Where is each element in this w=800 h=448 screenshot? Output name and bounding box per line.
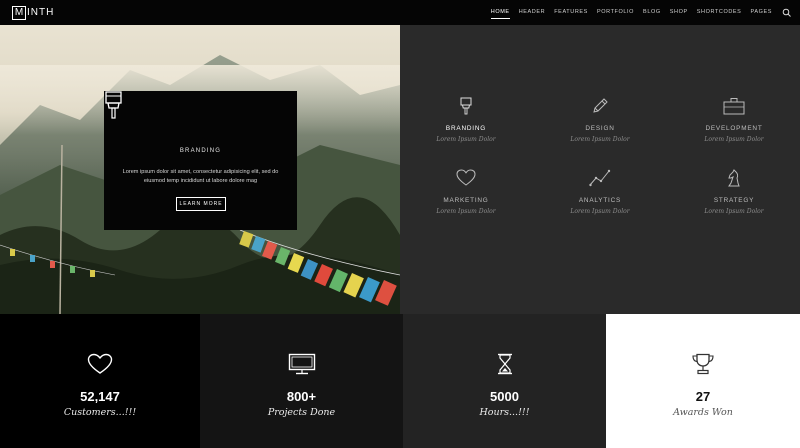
feature-title: STRATEGY (713, 197, 755, 204)
feature-marketing[interactable]: MARKETING Lorem Ipsum Dolor (406, 169, 526, 215)
site-logo[interactable]: M INTH (12, 5, 55, 20)
feature-subtitle: Lorem Ipsum Dolor (704, 136, 764, 143)
stat-customers: 52,147 Customers...!!! (0, 314, 200, 448)
stat-awards: 27 Awards Won (606, 314, 800, 448)
monitor-icon (288, 353, 315, 375)
menu-item-home[interactable]: HOME (490, 0, 510, 25)
feature-design[interactable]: DESIGN Lorem Ipsum Dolor (540, 97, 660, 143)
features-section: BRANDING Lorem Ipsum Dolor DESIGN Lorem … (400, 25, 800, 314)
heart-icon (87, 353, 113, 374)
feature-branding[interactable]: BRANDING Lorem Ipsum Dolor (406, 97, 526, 143)
feature-subtitle: Lorem Ipsum Dolor (570, 208, 630, 215)
hero-mountain-image: BRANDING Lorem ipsum dolor sit amet, con… (0, 25, 400, 314)
trophy-icon (692, 353, 714, 375)
search-icon[interactable] (782, 8, 792, 18)
hourglass-icon (497, 353, 512, 375)
main-menu: HOME HEADER FEATURES PORTFOLIO BLOG SHOP… (482, 0, 792, 25)
stat-projects: 800+ Projects Done (200, 314, 403, 448)
card-title: BRANDING (179, 148, 222, 154)
line-chart-icon (589, 169, 611, 187)
menu-item-pages[interactable]: PAGES (750, 0, 772, 25)
stat-number: 52,147 (80, 389, 120, 404)
feature-title: BRANDING (445, 125, 487, 132)
briefcase-icon (723, 98, 745, 115)
logo-text: INTH (27, 7, 55, 18)
stat-number: 5000 (490, 389, 519, 404)
stat-label: Hours...!!! (479, 407, 530, 418)
menu-item-shop[interactable]: SHOP (670, 0, 688, 25)
logo-box-letter: M (12, 5, 26, 20)
menu-item-portfolio[interactable]: PORTFOLIO (597, 0, 634, 25)
branding-card: BRANDING Lorem ipsum dolor sit amet, con… (104, 91, 297, 230)
feature-title: MARKETING (443, 197, 489, 204)
feature-subtitle: Lorem Ipsum Dolor (436, 136, 496, 143)
menu-item-header[interactable]: HEADER (519, 0, 546, 25)
feature-title: DESIGN (585, 125, 615, 132)
menu-item-blog[interactable]: BLOG (643, 0, 661, 25)
paint-brush-icon (460, 97, 472, 115)
menu-item-shortcodes[interactable]: SHORTCODES (697, 0, 742, 25)
feature-subtitle: Lorem Ipsum Dolor (704, 208, 764, 215)
stat-label: Customers...!!! (63, 407, 137, 418)
pencil-icon (593, 98, 608, 113)
learn-more-button[interactable]: LEARN MORE (176, 197, 226, 211)
heart-icon (456, 169, 476, 186)
feature-analytics[interactable]: ANALYTICS Lorem Ipsum Dolor (540, 169, 660, 215)
feature-title: DEVELOPMENT (705, 125, 763, 132)
menu-item-features[interactable]: FEATURES (554, 0, 588, 25)
stat-label: Projects Done (267, 407, 336, 418)
top-navbar: M INTH HOME HEADER FEATURES PORTFOLIO BL… (0, 0, 800, 25)
stat-label: Awards Won (673, 407, 733, 418)
stats-section: 52,147 Customers...!!! 800+ Projects Don… (0, 314, 800, 448)
stat-number: 800+ (286, 389, 317, 404)
stat-number: 27 (695, 389, 711, 404)
feature-subtitle: Lorem Ipsum Dolor (570, 136, 630, 143)
stat-hours: 5000 Hours...!!! (403, 314, 606, 448)
feature-subtitle: Lorem Ipsum Dolor (436, 208, 496, 215)
card-description: Lorem ipsum dolor sit amet, consectetur … (122, 169, 279, 184)
paint-brush-icon (105, 91, 122, 119)
feature-strategy[interactable]: STRATEGY Lorem Ipsum Dolor (674, 169, 794, 215)
feature-title: ANALYTICS (578, 197, 622, 204)
chess-knight-icon (728, 169, 740, 187)
feature-development[interactable]: DEVELOPMENT Lorem Ipsum Dolor (674, 97, 794, 143)
